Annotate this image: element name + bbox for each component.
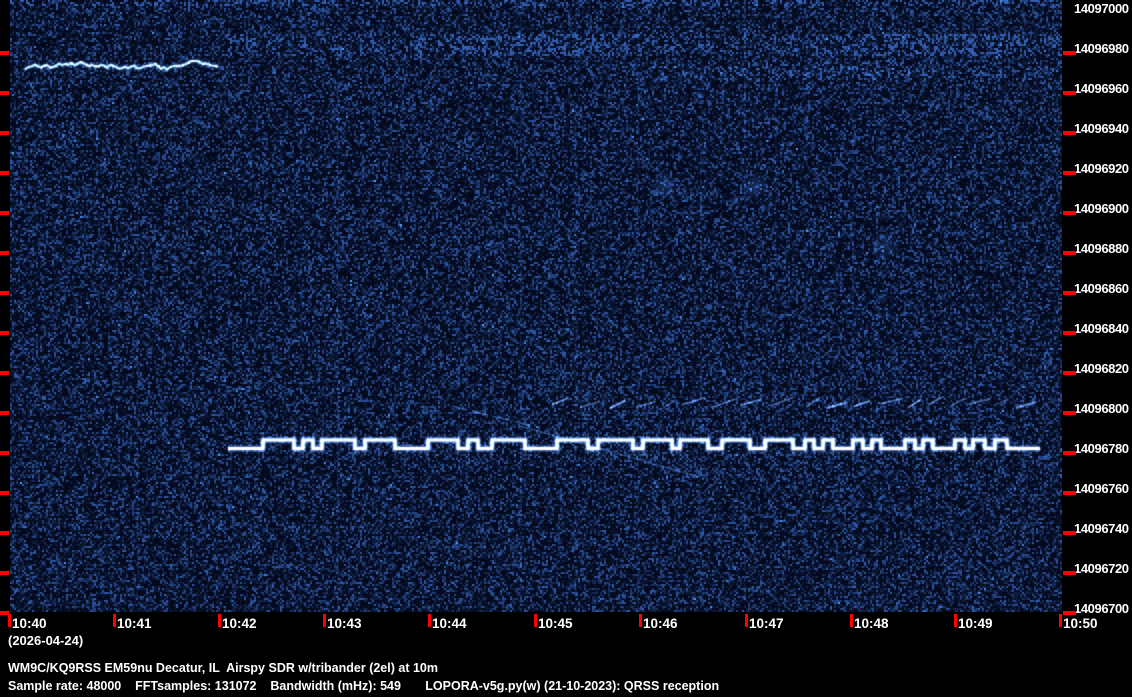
time-tick (639, 614, 642, 627)
time-tick (850, 614, 853, 627)
freq-tick-right (1063, 171, 1076, 175)
freq-tick-left (0, 531, 9, 535)
settings-info-line: Sample rate: 48000 FFTsamples: 131072 Ba… (8, 679, 720, 693)
freq-axis-label: 14096980 (1074, 41, 1129, 56)
freq-tick-left (0, 131, 9, 135)
freq-tick-right (1063, 211, 1076, 215)
time-tick (323, 614, 326, 627)
freq-axis-label: 14096760 (1074, 481, 1129, 496)
freq-tick-left (0, 571, 9, 575)
freq-tick-left (0, 251, 9, 255)
freq-axis-label: 14096940 (1074, 121, 1129, 136)
freq-axis-label: 14096900 (1074, 201, 1129, 216)
freq-axis-label: 14096740 (1074, 521, 1129, 536)
time-tick (8, 614, 11, 627)
freq-tick-left (0, 451, 9, 455)
freq-tick-right (1063, 251, 1076, 255)
freq-tick-right (1063, 451, 1076, 455)
time-axis-label: 10:42 (222, 616, 257, 631)
freq-axis-label: 14096800 (1074, 401, 1129, 416)
freq-tick-right (1063, 131, 1076, 135)
time-axis-label: 10:49 (958, 616, 993, 631)
freq-axis-label: 14096700 (1074, 601, 1129, 616)
qrss-grabber-window: 14097000 14096980 14096960 14096940 14096920… (0, 0, 1132, 697)
time-tick (113, 614, 116, 627)
time-axis-label: 10:47 (749, 616, 784, 631)
time-tick (745, 614, 748, 627)
time-axis-label: 10:43 (327, 616, 362, 631)
freq-tick-left (0, 291, 9, 295)
freq-axis-label: 14097000 (1074, 1, 1129, 16)
freq-axis-label: 14096780 (1074, 441, 1129, 456)
time-axis-label: 10:50 (1063, 616, 1098, 631)
freq-tick-right (1063, 411, 1076, 415)
freq-axis-label: 14096860 (1074, 281, 1129, 296)
freq-tick-left (0, 371, 9, 375)
time-axis-label: 10:44 (432, 616, 467, 631)
freq-tick-right (1063, 91, 1076, 95)
freq-axis-label: 14096720 (1074, 561, 1129, 576)
freq-axis-label: 14096820 (1074, 361, 1129, 376)
freq-tick-right (1063, 571, 1076, 575)
freq-tick-left (0, 51, 9, 55)
freq-tick-left (0, 91, 9, 95)
freq-axis-label: 14096920 (1074, 161, 1129, 176)
freq-tick-right (1063, 491, 1076, 495)
freq-tick-left (0, 411, 9, 415)
freq-tick-left (0, 491, 9, 495)
time-tick (218, 614, 221, 627)
spectrogram-plot (10, 0, 1062, 612)
time-axis-label: 10:48 (854, 616, 889, 631)
time-axis-label: 10:45 (538, 616, 573, 631)
time-axis-label: 10:40 (12, 616, 47, 631)
freq-axis-label: 14096880 (1074, 241, 1129, 256)
freq-tick-left (0, 211, 9, 215)
freq-tick-left (0, 331, 9, 335)
freq-tick-right (1063, 611, 1076, 615)
time-tick (534, 614, 537, 627)
freq-tick-right (1063, 531, 1076, 535)
time-tick (1059, 614, 1062, 627)
time-tick (954, 614, 957, 627)
freq-tick-right (1063, 331, 1076, 335)
freq-axis-label: 14096960 (1074, 81, 1129, 96)
freq-tick-right (1063, 51, 1076, 55)
freq-tick-left (0, 171, 9, 175)
date-label: (2026-04-24) (8, 633, 84, 648)
freq-tick-right (1063, 291, 1076, 295)
freq-tick-right (1063, 371, 1076, 375)
time-axis-label: 10:46 (643, 616, 678, 631)
time-axis-label: 10:41 (117, 616, 152, 631)
time-tick (428, 614, 431, 627)
freq-axis-label: 14096840 (1074, 321, 1129, 336)
station-info-line: WM9C/KQ9RSS EM59nu Decatur, IL Airspy SD… (8, 661, 438, 675)
